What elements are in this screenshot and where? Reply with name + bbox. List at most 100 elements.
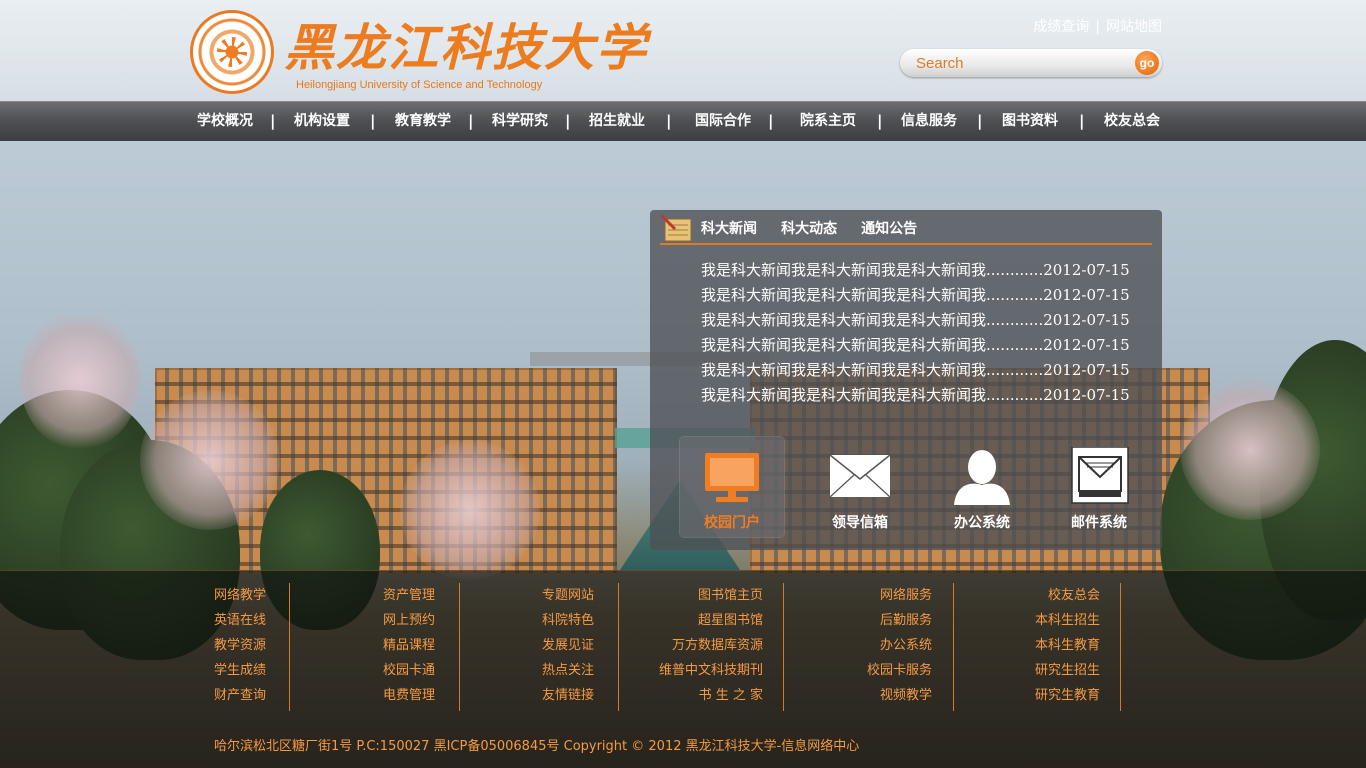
footer-link[interactable]: 热点关注: [542, 658, 594, 683]
footer-link[interactable]: 学生成绩: [214, 658, 266, 683]
search-go-button[interactable]: go: [1135, 51, 1159, 75]
news-item[interactable]: 我是科大新闻我是科大新闻我是科大新闻我............2012-07-1…: [701, 283, 1146, 308]
news-item[interactable]: 我是科大新闻我是科大新闻我是科大新闻我............2012-07-1…: [701, 383, 1146, 408]
footer-link[interactable]: 网上预约: [383, 608, 435, 633]
university-seal-icon: [190, 10, 274, 94]
footer-link[interactable]: 财产查询: [214, 683, 266, 708]
footer-link[interactable]: 专题网站: [542, 583, 594, 608]
footer-divider: [459, 583, 460, 711]
footer-link[interactable]: 图书馆主页: [649, 583, 763, 608]
copyright-text: 哈尔滨松北区糖厂街1号 P.C:150027 黑ICP备05006845号 Co…: [214, 739, 860, 754]
news-item[interactable]: 我是科大新闻我是科大新闻我是科大新闻我............2012-07-1…: [701, 333, 1146, 358]
news-item[interactable]: 我是科大新闻我是科大新闻我是科大新闻我............2012-07-1…: [701, 258, 1146, 283]
quick-link-mail-system[interactable]: 邮件系统: [1047, 437, 1151, 537]
tab-university-updates[interactable]: 科大动态: [781, 218, 837, 238]
news-tabs: 科大新闻 科大动态 通知公告: [701, 218, 936, 238]
footer-divider: [1120, 583, 1121, 711]
main-nav: 学校概况 | 机构设置 | 教育教学 | 科学研究 | 招生就业 | 国际合作 …: [0, 101, 1366, 141]
quick-link-label: 校园门户: [704, 515, 760, 531]
search-input[interactable]: [910, 53, 1132, 73]
tab-university-news[interactable]: 科大新闻: [701, 218, 757, 238]
footer-link[interactable]: 视频教学: [852, 683, 932, 708]
news-item[interactable]: 我是科大新闻我是科大新闻我是科大新闻我............2012-07-1…: [701, 358, 1146, 383]
tab-notices[interactable]: 通知公告: [861, 218, 917, 238]
page: 黑龙江科技大学 Heilongjiang University of Scien…: [0, 0, 1366, 768]
news-divider: [660, 243, 1152, 245]
nav-item-departments[interactable]: 院系主页: [800, 102, 856, 141]
nav-item-info-services[interactable]: 信息服务: [901, 102, 957, 141]
quick-link-label: 邮件系统: [1071, 515, 1127, 531]
university-logo[interactable]: 黑龙江科技大学 Heilongjiang University of Scien…: [190, 10, 646, 96]
nav-separator: |: [1079, 112, 1085, 130]
footer-link[interactable]: 教学资源: [214, 633, 266, 658]
nav-separator: |: [370, 112, 376, 130]
footer-column-6: 校友总会 本科生招生 本科生教育 研究生招生 研究生教育: [1020, 583, 1100, 708]
top-link-grades[interactable]: 成绩查询: [1033, 19, 1089, 35]
nav-separator: |: [270, 112, 276, 130]
footer-divider: [953, 583, 954, 711]
blossom-tree: [140, 390, 280, 530]
blossom-tree: [20, 310, 140, 450]
logo-name-en: Heilongjiang University of Science and T…: [296, 79, 543, 91]
nav-item-admissions[interactable]: 招生就业: [589, 102, 645, 141]
mail-icon: [1071, 447, 1129, 504]
news-list: 我是科大新闻我是科大新闻我是科大新闻我............2012-07-1…: [701, 258, 1146, 408]
monitor-icon: [705, 453, 759, 502]
footer-link[interactable]: 友情链接: [542, 683, 594, 708]
nav-item-international[interactable]: 国际合作: [695, 102, 751, 141]
footer-link[interactable]: 校友总会: [1020, 583, 1100, 608]
nav-separator: |: [977, 112, 983, 130]
footer-link[interactable]: 书 生 之 家: [649, 683, 763, 708]
nav-item-organization[interactable]: 机构设置: [294, 102, 350, 141]
quick-link-office-system[interactable]: 办公系统: [930, 437, 1034, 537]
search-box: go: [900, 49, 1162, 77]
footer-link[interactable]: 科院特色: [542, 608, 594, 633]
footer-column-5: 网络服务 后勤服务 办公系统 校园卡服务 视频教学: [852, 583, 932, 708]
notepad-icon: [659, 213, 692, 242]
nav-item-library[interactable]: 图书资料: [1002, 102, 1058, 141]
nav-item-research[interactable]: 科学研究: [492, 102, 548, 141]
footer-link[interactable]: 万方数据库资源: [649, 633, 763, 658]
news-item[interactable]: 我是科大新闻我是科大新闻我是科大新闻我............2012-07-1…: [701, 308, 1146, 333]
quick-link-label: 办公系统: [954, 515, 1010, 531]
nav-separator: |: [768, 112, 774, 130]
footer-link[interactable]: 电费管理: [383, 683, 435, 708]
quick-link-leader-mailbox[interactable]: 领导信箱: [808, 437, 912, 537]
footer-link[interactable]: 本科生招生: [1020, 608, 1100, 633]
nav-separator: |: [666, 112, 672, 130]
site-header: 黑龙江科技大学 Heilongjiang University of Scien…: [0, 0, 1366, 101]
footer-divider: [289, 583, 290, 711]
quick-link-campus-portal[interactable]: 校园门户: [680, 437, 784, 537]
footer-link[interactable]: 后勤服务: [852, 608, 932, 633]
blossom-tree: [400, 440, 540, 580]
footer-link[interactable]: 英语在线: [214, 608, 266, 633]
footer-link[interactable]: 精品课程: [383, 633, 435, 658]
top-link-sitemap[interactable]: 网站地图: [1106, 19, 1162, 35]
footer-divider: [618, 583, 619, 711]
nav-item-education[interactable]: 教育教学: [395, 102, 451, 141]
footer-link[interactable]: 校园卡服务: [852, 658, 932, 683]
nav-item-overview[interactable]: 学校概况: [197, 102, 253, 141]
blossom-tree: [1180, 380, 1320, 520]
footer-column-1: 网络教学 英语在线 教学资源 学生成绩 财产查询: [214, 583, 266, 708]
footer-link[interactable]: 办公系统: [852, 633, 932, 658]
footer-link[interactable]: 研究生教育: [1020, 683, 1100, 708]
nav-separator: |: [877, 112, 883, 130]
footer-link[interactable]: 维普中文科技期刊: [649, 658, 763, 683]
footer-divider: [783, 583, 784, 711]
nav-separator: |: [468, 112, 474, 130]
footer-link[interactable]: 校园卡通: [383, 658, 435, 683]
footer-link[interactable]: 资产管理: [383, 583, 435, 608]
footer-column-2: 资产管理 网上预约 精品课程 校园卡通 电费管理: [383, 583, 435, 708]
footer-link[interactable]: 超星图书馆: [649, 608, 763, 633]
nav-item-alumni[interactable]: 校友总会: [1104, 102, 1160, 141]
nav-separator: |: [565, 112, 571, 130]
footer-link[interactable]: 发展见证: [542, 633, 594, 658]
footer-link[interactable]: 本科生教育: [1020, 633, 1100, 658]
footer-link[interactable]: 网络教学: [214, 583, 266, 608]
footer-link[interactable]: 研究生招生: [1020, 658, 1100, 683]
top-link-separator: |: [1095, 19, 1100, 35]
footer-link[interactable]: 网络服务: [852, 583, 932, 608]
site-footer: 网络教学 英语在线 教学资源 学生成绩 财产查询 资产管理 网上预约 精品课程 …: [0, 570, 1366, 768]
top-links: 成绩查询 | 网站地图: [1033, 16, 1162, 36]
